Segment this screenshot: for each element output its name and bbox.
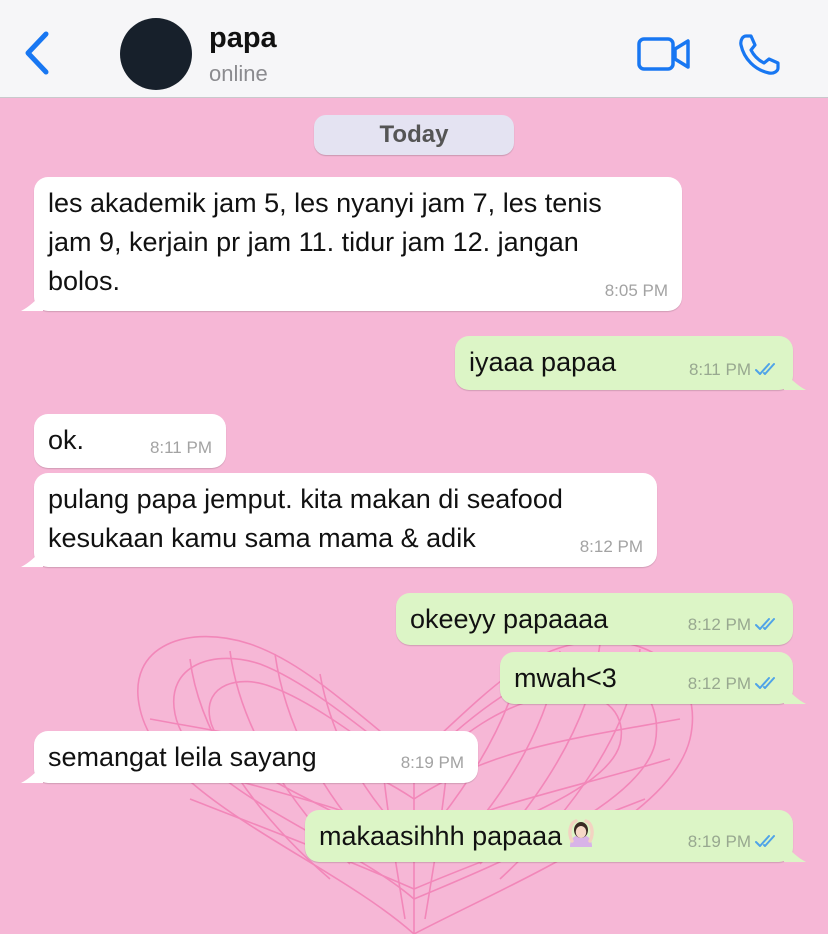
message-time: 8:19 PM [400, 753, 464, 772]
phone-icon[interactable] [736, 32, 782, 78]
chat-area[interactable]: Today les akademik jam 5, les nyanyi jam… [0, 99, 828, 934]
message-line: bolos. [48, 266, 121, 296]
double-check-icon [755, 677, 775, 689]
message-outgoing[interactable]: okeeyy papaaaa 8:12 PM [396, 593, 793, 645]
message-time: 8:05 PM [604, 281, 668, 300]
message-text: pulang papa jemput. kita makan di seafoo… [48, 480, 563, 558]
double-check-icon [755, 618, 775, 630]
message-meta: 8:19 PM [688, 832, 781, 852]
message-meta: 8:12 PM [688, 615, 781, 635]
message-line: pulang papa jemput. kita makan di seafoo… [48, 484, 563, 514]
message-incoming[interactable]: semangat leila sayang 8:19 PM [21, 731, 478, 783]
message-outgoing[interactable]: iyaaa papaa 8:11 PM [455, 336, 806, 390]
bubble-tail [21, 765, 43, 783]
video-camera-icon[interactable] [637, 34, 691, 74]
message-text: okeeyy papaaaa [410, 604, 609, 634]
contact-name[interactable]: papa [209, 22, 277, 55]
message-time: 8:12 PM [687, 615, 751, 634]
message-meta: 8:11 PM [689, 360, 781, 380]
message-text: les akademik jam 5, les nyanyi jam 7, le… [48, 184, 602, 301]
message-time: 8:12 PM [687, 674, 751, 693]
message-outgoing[interactable]: mwah<3 8:12 PM [500, 652, 806, 704]
chat-header: papa online [0, 0, 828, 98]
message-text: iyaaa papaa [469, 347, 617, 377]
message-outgoing[interactable]: makaasihhh papaaa 8:19 PM [305, 810, 806, 862]
contact-status: online [209, 61, 268, 86]
message-meta: 8:12 PM [688, 674, 781, 694]
double-check-icon [755, 363, 775, 375]
avatar[interactable] [120, 18, 192, 90]
message-line: jam 9, kerjain pr jam 11. tidur jam 12. … [48, 227, 579, 257]
bubble-tail [784, 844, 806, 862]
message-line: kesukaan kamu sama mama & adik [48, 523, 476, 553]
bubble-tail [784, 372, 806, 390]
message-incoming[interactable]: ok. 8:11 PM [34, 414, 226, 468]
message-text: makaasihhh papaaa [319, 817, 598, 856]
message-text: mwah<3 [514, 663, 617, 693]
message-text: semangat leila sayang [48, 742, 317, 772]
message-text: ok. [48, 425, 85, 455]
message-line: makaasihhh papaaa [319, 821, 563, 851]
double-check-icon [755, 835, 775, 847]
person-arms-over-head-emoji [568, 819, 594, 847]
message-incoming[interactable]: pulang papa jemput. kita makan di seafoo… [21, 473, 657, 567]
message-time: 8:11 PM [688, 360, 751, 379]
bubble-tail [784, 686, 806, 704]
bubble-tail [21, 549, 43, 567]
message-time: 8:11 PM [149, 438, 212, 457]
message-time: 8:12 PM [579, 537, 643, 556]
message-incoming[interactable]: les akademik jam 5, les nyanyi jam 7, le… [21, 177, 682, 311]
message-time: 8:19 PM [687, 832, 751, 851]
date-divider: Today [314, 115, 514, 155]
bubble-tail [21, 293, 43, 311]
message-line: les akademik jam 5, les nyanyi jam 7, le… [48, 188, 602, 218]
chevron-left-icon[interactable] [18, 28, 58, 78]
